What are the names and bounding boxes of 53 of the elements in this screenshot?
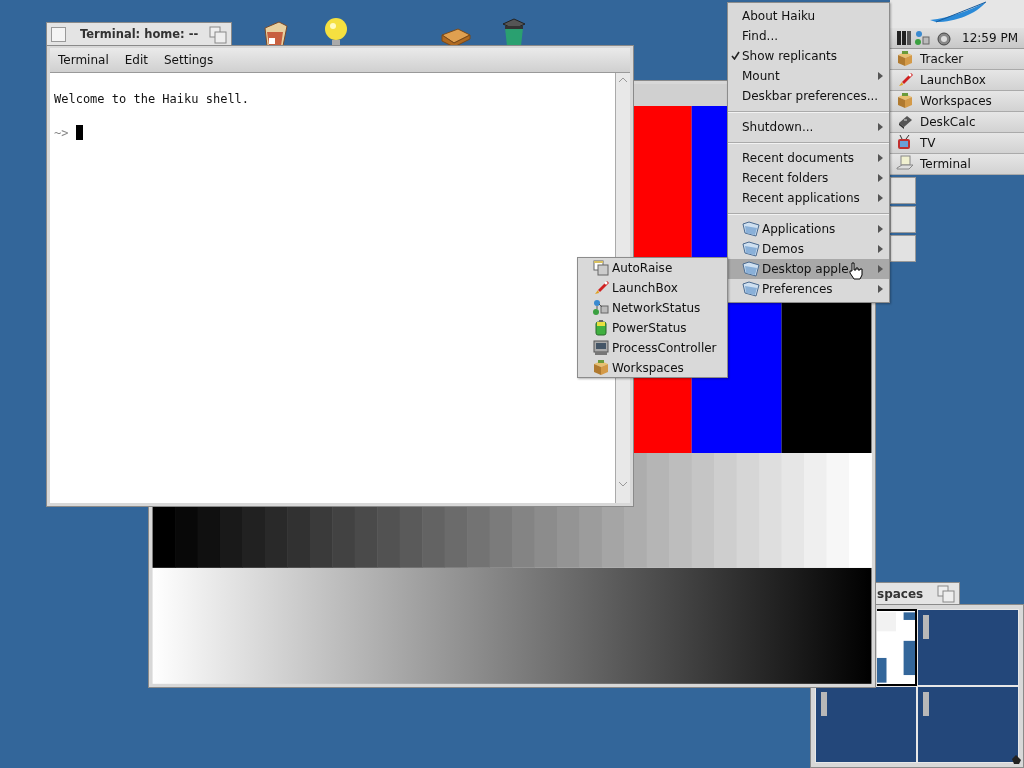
folder-icon — [742, 240, 760, 258]
package-icon — [896, 50, 914, 68]
taskbar-item[interactable]: TV — [890, 133, 1024, 154]
menu-item[interactable]: Show replicants — [728, 46, 889, 66]
menu-item[interactable]: Edit — [116, 51, 156, 69]
taskbar-item[interactable]: DeskCalc — [890, 112, 1024, 133]
menu-item[interactable]: Shutdown... — [728, 117, 889, 137]
menu-item[interactable]: Applications — [728, 219, 889, 239]
network-icon — [592, 299, 610, 317]
windows-icon — [592, 259, 610, 277]
folder-icon — [742, 260, 760, 278]
cpu-meter-icon[interactable] — [896, 30, 912, 46]
folder-icon — [742, 280, 760, 298]
menu-item[interactable]: Find... — [728, 26, 889, 46]
lightbulb-icon[interactable] — [323, 18, 349, 46]
window-thumbnail-drawing — [923, 692, 929, 716]
menu-item[interactable]: Terminal — [50, 51, 117, 69]
window-title: spaces — [877, 586, 924, 603]
trash-icon[interactable] — [500, 18, 528, 46]
book-icon[interactable] — [440, 27, 472, 47]
taskbar-item[interactable]: Terminal — [890, 154, 1024, 175]
window-title: Terminal: home: -- — [80, 25, 199, 43]
rocket-icon — [592, 279, 610, 297]
rocket-icon — [896, 71, 914, 89]
hand-cursor-icon — [848, 262, 864, 280]
speaker-icon[interactable] — [936, 30, 952, 46]
folder-icon — [742, 220, 760, 238]
menu-item[interactable]: Deskbar preferences... — [728, 86, 889, 106]
taskbar-item[interactable]: LaunchBox — [890, 70, 1024, 91]
computer-icon — [896, 155, 914, 173]
resize-icon[interactable] — [1010, 753, 1022, 765]
menu-item[interactable]: Mount — [728, 66, 889, 86]
menu-item[interactable]: Recent folders — [728, 168, 889, 188]
menu-item[interactable]: Recent documents — [728, 148, 889, 168]
prompt-text: ~> — [54, 126, 69, 140]
window-thumbnail-drawing — [821, 692, 827, 716]
menu-item[interactable]: Preferences — [728, 279, 889, 299]
battery-icon — [592, 319, 610, 337]
taskbar-item[interactable]: Workspaces — [890, 91, 1024, 112]
taskbar-item[interactable]: Tracker — [890, 49, 1024, 70]
menu-item[interactable]: Recent applications — [728, 188, 889, 208]
output-line: Welcome to the Haiku shell. — [54, 92, 250, 106]
menu-item[interactable]: About Haiku — [728, 6, 889, 26]
monitor-icon — [592, 339, 610, 357]
text-cursor — [76, 125, 84, 140]
menu-item[interactable]: Settings — [155, 51, 222, 69]
menu-item[interactable]: Desktop apple — [728, 259, 889, 279]
menu-item[interactable]: Demos — [728, 239, 889, 259]
package-icon — [592, 359, 610, 377]
package-icon — [896, 92, 914, 110]
close-button[interactable] — [51, 27, 66, 42]
calculator-icon — [896, 113, 914, 131]
window-thumbnail-drawing — [923, 615, 929, 639]
